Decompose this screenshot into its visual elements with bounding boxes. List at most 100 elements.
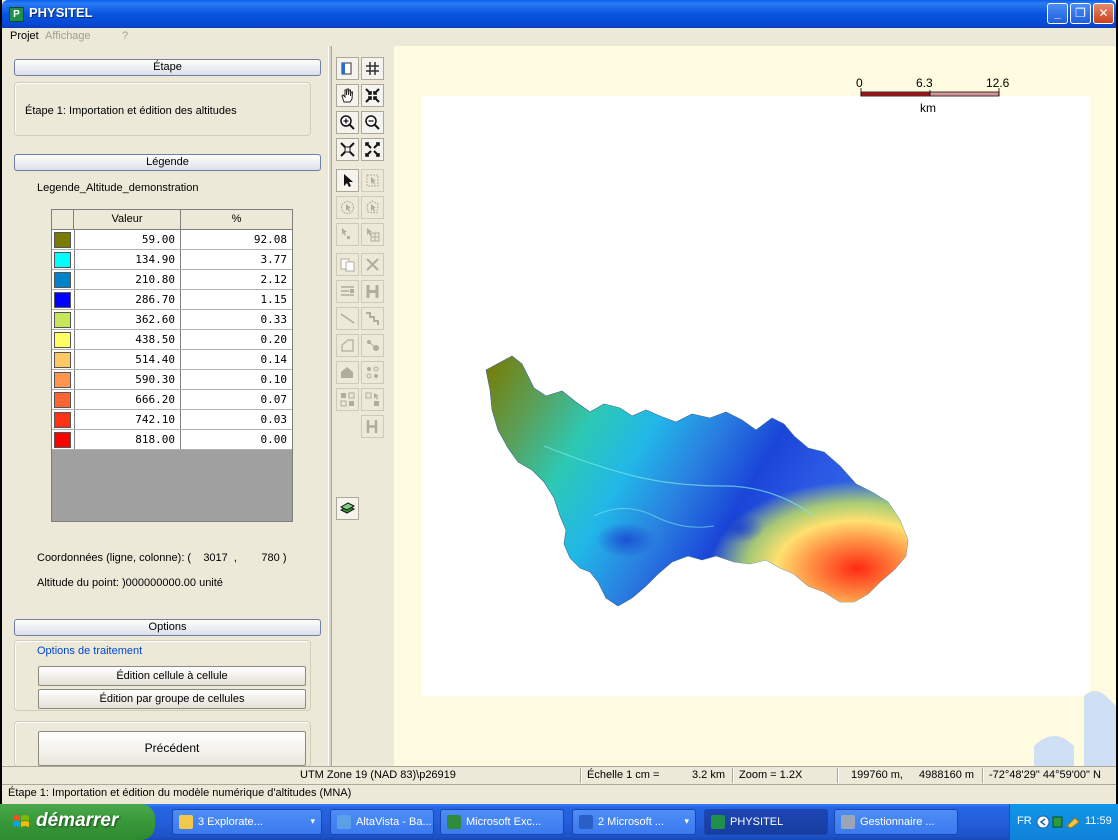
legend-value-cell[interactable]: 286.70 [74, 290, 181, 309]
select-tool-button[interactable] [336, 169, 359, 192]
header-percent[interactable]: % [181, 210, 292, 230]
legend-row[interactable]: 590.30 0.10 [52, 370, 292, 390]
pan-tool-button[interactable] [336, 84, 359, 107]
legend-percent-cell[interactable]: 0.20 [181, 330, 292, 349]
etape-header[interactable]: Étape [14, 59, 321, 76]
legend-value-cell[interactable]: 59.00 [74, 230, 181, 249]
edit-group-button[interactable]: Édition par groupe de cellules [38, 689, 306, 709]
h-link-button[interactable] [361, 415, 384, 438]
maximize-button[interactable]: ❐ [1070, 3, 1091, 24]
options-header[interactable]: Options [14, 619, 321, 636]
cells-tool-button[interactable] [336, 388, 359, 411]
taskbar-item[interactable]: 3 Explorate... ▾ [172, 809, 322, 835]
legend-table[interactable]: Valeur % 59.00 92.08 134.90 3.77 210.80 2.12 2… [51, 209, 293, 522]
legend-value-cell[interactable]: 210.80 [74, 270, 181, 289]
legend-percent-cell[interactable]: 3.77 [181, 250, 292, 269]
panel-splitter[interactable] [328, 46, 332, 766]
legend-percent-cell[interactable]: 0.03 [181, 410, 292, 429]
legend-value-cell[interactable]: 438.50 [74, 330, 181, 349]
legend-value-cell[interactable]: 362.60 [74, 310, 181, 329]
cells-select-button[interactable] [361, 388, 384, 411]
legend-color-swatch[interactable] [54, 392, 71, 408]
legend-percent-cell[interactable]: 0.10 [181, 370, 292, 389]
legende-header[interactable]: Légende [14, 154, 321, 171]
zoom-extent-button[interactable] [336, 138, 359, 161]
zoom-full-button[interactable] [361, 138, 384, 161]
menu-help[interactable]: ? [122, 30, 128, 42]
start-button[interactable]: démarrer [0, 804, 155, 840]
select-grid-button[interactable] [361, 223, 384, 246]
legend-percent-cell[interactable]: 1.15 [181, 290, 292, 309]
polyline-tool-button[interactable] [361, 307, 384, 330]
copy-button[interactable] [336, 253, 359, 276]
minimize-button[interactable]: _ [1047, 3, 1068, 24]
legend-row[interactable]: 362.60 0.33 [52, 310, 292, 330]
legend-color-swatch[interactable] [54, 252, 71, 268]
legend-value-cell[interactable]: 134.90 [74, 250, 181, 269]
header-valeur[interactable]: Valeur [74, 210, 181, 230]
legend-percent-cell[interactable]: 0.07 [181, 390, 292, 409]
clock[interactable]: 11:59 [1085, 815, 1112, 827]
legend-color-swatch[interactable] [54, 412, 71, 428]
zoom-out-button[interactable] [361, 111, 384, 134]
polygon-tool-button[interactable] [336, 334, 359, 357]
attributes-button[interactable] [336, 280, 359, 303]
legend-percent-cell[interactable]: 0.14 [181, 350, 292, 369]
select-point-button[interactable] [336, 223, 359, 246]
grid-tool-button[interactable] [361, 57, 384, 80]
edit-cell-button[interactable]: Édition cellule à cellule [38, 666, 306, 686]
taskbar-item[interactable]: Gestionnaire ... [834, 809, 958, 835]
legend-row[interactable]: 286.70 1.15 [52, 290, 292, 310]
legend-row[interactable]: 210.80 2.12 [52, 270, 292, 290]
line-tool-button[interactable] [336, 307, 359, 330]
legend-color-swatch[interactable] [54, 352, 71, 368]
legend-value-cell[interactable]: 590.30 [74, 370, 181, 389]
legend-value-cell[interactable]: 742.10 [74, 410, 181, 429]
delete-button[interactable] [361, 253, 384, 276]
language-indicator[interactable]: FR [1017, 815, 1032, 827]
title-bar[interactable]: P PHYSITEL _ ❐ ✕ [2, 0, 1116, 28]
legend-color-swatch[interactable] [54, 232, 71, 248]
close-button[interactable]: ✕ [1093, 3, 1114, 24]
legend-percent-cell[interactable]: 2.12 [181, 270, 292, 289]
legend-row[interactable]: 742.10 0.03 [52, 410, 292, 430]
layers-stack-button[interactable] [336, 497, 359, 520]
zoom-in-button[interactable] [336, 111, 359, 134]
node-tool-button[interactable] [361, 334, 384, 357]
legend-color-swatch[interactable] [54, 432, 71, 448]
taskbar-item[interactable]: Microsoft Exc... [440, 809, 564, 835]
legend-row[interactable]: 514.40 0.14 [52, 350, 292, 370]
select-poly-button[interactable] [361, 196, 384, 219]
shrink-tool-button[interactable] [361, 84, 384, 107]
select-circle-button[interactable] [336, 196, 359, 219]
legend-color-swatch[interactable] [54, 272, 71, 288]
legend-row[interactable]: 818.00 0.00 [52, 430, 292, 450]
legend-row[interactable]: 134.90 3.77 [52, 250, 292, 270]
tray-icons[interactable] [1035, 814, 1081, 830]
taskbar-item[interactable]: AltaVista - Ba... [330, 809, 434, 835]
legend-row[interactable]: 438.50 0.20 [52, 330, 292, 350]
map-view[interactable]: 0 6.3 12.6 km [394, 46, 1116, 766]
layer-tool-button[interactable] [336, 57, 359, 80]
legend-value-cell[interactable]: 818.00 [74, 430, 181, 449]
legend-color-swatch[interactable] [54, 292, 71, 308]
node-edit-button[interactable] [361, 361, 384, 384]
legend-color-swatch[interactable] [54, 312, 71, 328]
h-tool-button[interactable] [361, 280, 384, 303]
legend-row[interactable]: 666.20 0.07 [52, 390, 292, 410]
menu-projet[interactable]: Projet [10, 30, 39, 42]
select-box-button[interactable] [361, 169, 384, 192]
legend-percent-cell[interactable]: 92.08 [181, 230, 292, 249]
previous-button[interactable]: Précédent [38, 731, 306, 766]
legend-row[interactable]: 59.00 92.08 [52, 230, 292, 250]
legend-percent-cell[interactable]: 0.00 [181, 430, 292, 449]
legend-value-cell[interactable]: 514.40 [74, 350, 181, 369]
menu-affichage[interactable]: Affichage [45, 30, 91, 42]
map-canvas[interactable] [394, 46, 1116, 766]
fill-polygon-button[interactable] [336, 361, 359, 384]
legend-color-swatch[interactable] [54, 332, 71, 348]
legend-percent-cell[interactable]: 0.33 [181, 310, 292, 329]
taskbar-item[interactable]: PHYSITEL [704, 809, 828, 835]
taskbar-item[interactable]: 2 Microsoft ... ▾ [572, 809, 696, 835]
legend-value-cell[interactable]: 666.20 [74, 390, 181, 409]
